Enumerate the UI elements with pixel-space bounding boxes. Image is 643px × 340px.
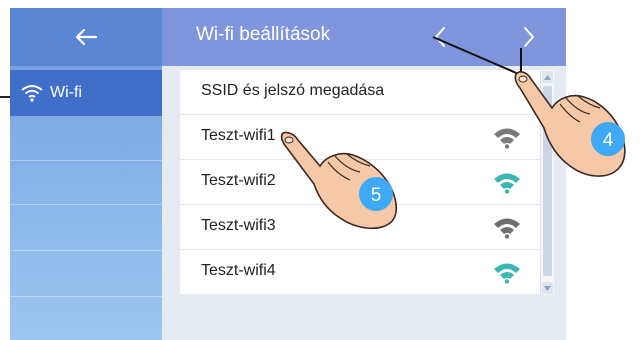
wifi-signal-icon — [494, 173, 520, 194]
wifi-icon — [21, 85, 43, 102]
arrow-left-icon — [75, 28, 98, 46]
list-item-network[interactable]: Teszt-wifi2 — [180, 160, 542, 205]
network-name: Teszt-wifi4 — [201, 262, 276, 279]
sidebar-header — [10, 8, 162, 66]
scroll-up-button[interactable] — [542, 71, 553, 83]
ssid-password-entry[interactable]: SSID és jelszó megadása — [180, 70, 542, 115]
next-page-button[interactable] — [514, 20, 544, 54]
wifi-signal-icon — [494, 263, 520, 284]
callout-leader-line — [0, 96, 10, 98]
main-header: Wi-fi beállítások — [162, 8, 566, 66]
list-item-network[interactable]: Teszt-wifi1 — [180, 115, 542, 160]
list-item-network[interactable]: Teszt-wifi3 — [180, 205, 542, 250]
device-screen: Wi-fi Wi-fi beállítások SSID és jelszó m… — [10, 8, 566, 340]
network-name: Teszt-wifi3 — [201, 217, 276, 234]
sidebar: Wi-fi — [10, 8, 162, 340]
sidebar-item-wifi[interactable]: Wi-fi — [10, 70, 162, 116]
wifi-signal-icon — [494, 128, 520, 149]
scroll-down-button[interactable] — [542, 282, 553, 294]
list-scrollbar[interactable] — [540, 70, 554, 295]
sidebar-divider — [10, 160, 162, 161]
list-item-label: SSID és jelszó megadása — [201, 82, 385, 99]
network-name: Teszt-wifi1 — [201, 127, 276, 144]
sidebar-divider — [10, 296, 162, 297]
sidebar-item-label: Wi-fi — [50, 84, 82, 101]
triangle-up-icon — [544, 74, 551, 80]
list-item-network[interactable]: Teszt-wifi4 — [180, 250, 542, 295]
chevron-right-icon — [524, 27, 534, 47]
triangle-down-icon — [544, 285, 551, 291]
sidebar-divider — [10, 250, 162, 251]
back-button[interactable] — [10, 8, 162, 66]
step-number: 4 — [603, 130, 614, 151]
sidebar-divider — [10, 204, 162, 205]
network-name: Teszt-wifi2 — [201, 172, 276, 189]
wifi-list: SSID és jelszó megadása Teszt-wifi1 Tesz… — [180, 70, 542, 295]
wifi-signal-icon — [494, 218, 520, 239]
prev-page-button[interactable] — [425, 20, 455, 54]
scroll-thumb[interactable] — [543, 86, 552, 276]
step-badge — [591, 122, 625, 156]
page-title: Wi-fi beállítások — [196, 24, 331, 45]
chevron-left-icon — [435, 27, 445, 47]
